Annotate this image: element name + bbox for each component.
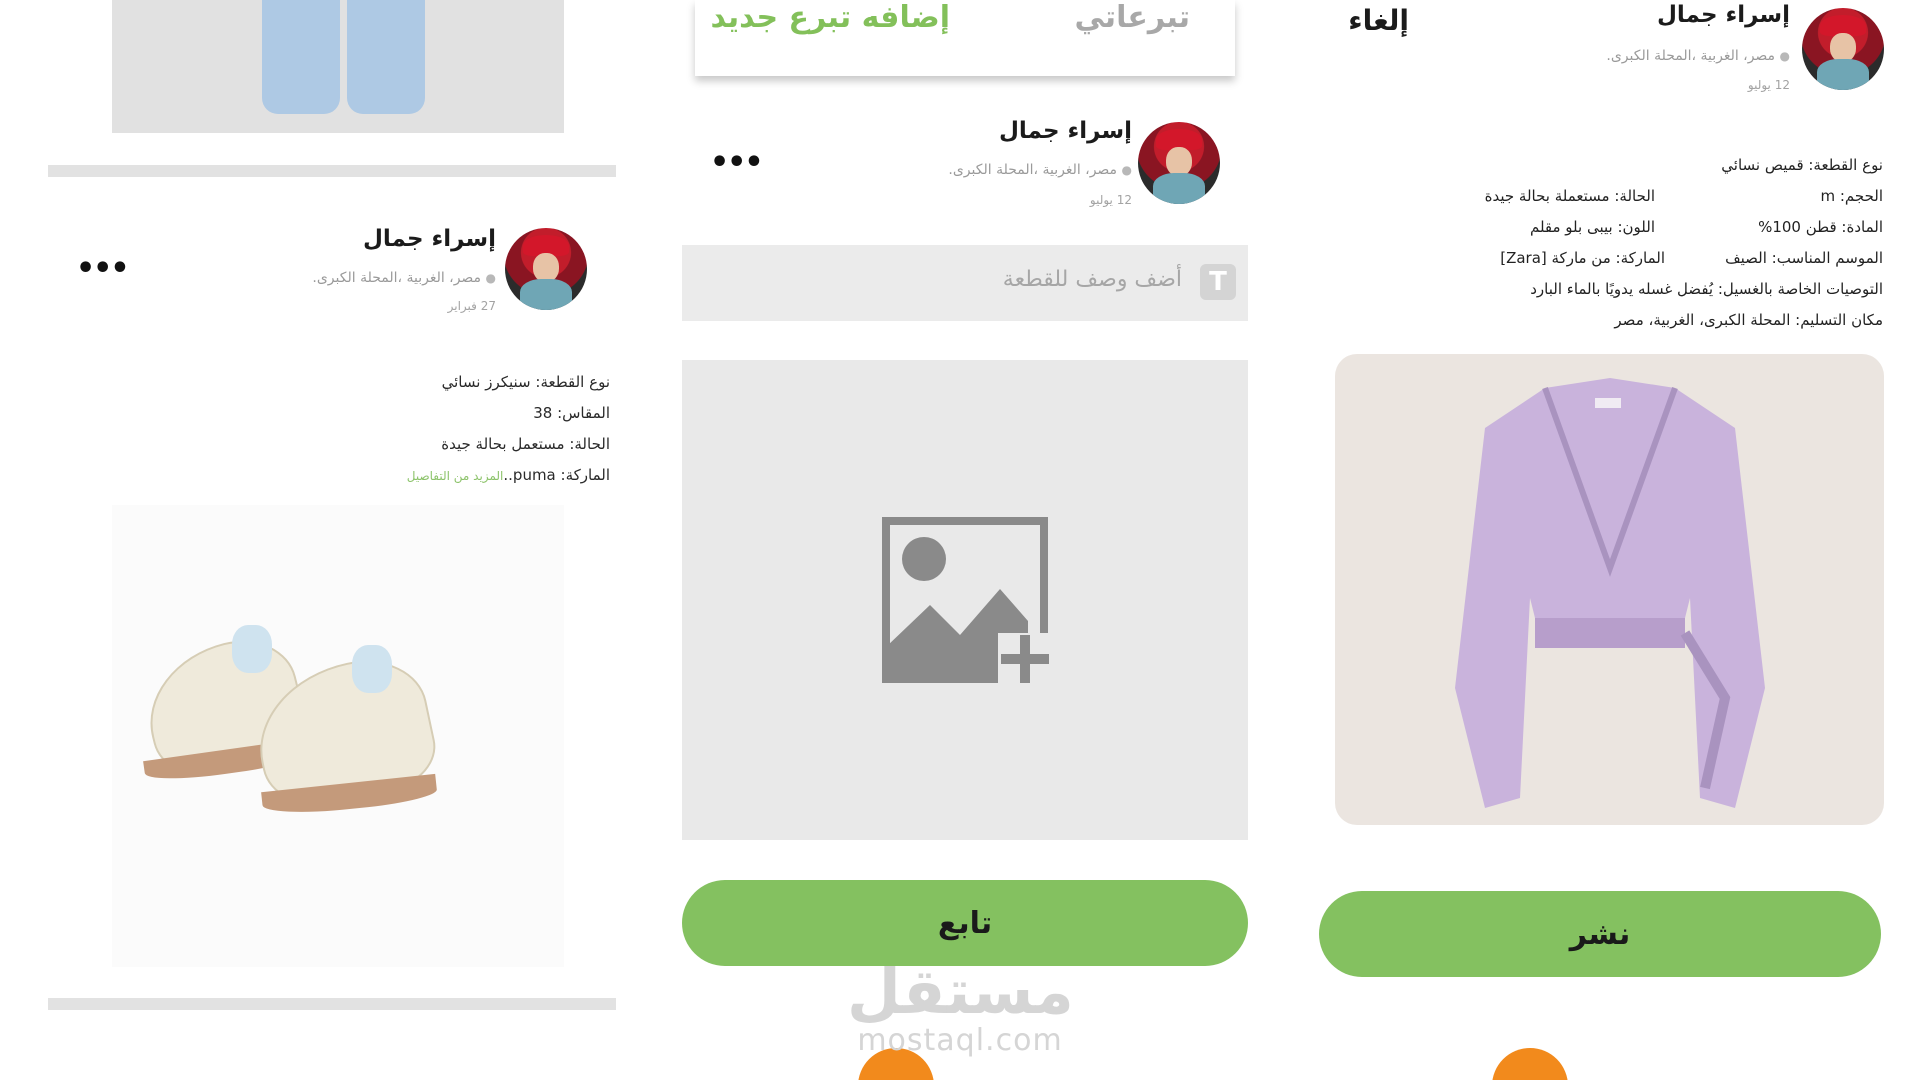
follow-button[interactable]: تابع [682,880,1248,966]
cancel-button[interactable]: إلغاء [1348,4,1409,37]
user-name[interactable]: إسراء جمال [1657,2,1790,28]
spec-season: الموسم المناسب: الصيف [1725,249,1883,267]
location-pin-icon: ● [485,271,496,285]
post-divider [48,165,616,177]
text-icon: T [1200,264,1236,300]
blouse-illustration [1455,378,1765,808]
post-date: 27 فبراير [447,299,496,313]
user-avatar[interactable] [1138,122,1220,204]
blouse-product-image[interactable] [1335,354,1884,825]
user-location: ● مصر، الغربية ،المحلة الكبرى. [1606,48,1790,64]
more-options-icon[interactable]: ••• [710,148,764,178]
spec-brand: الماركة: من ماركة [Zara] [1500,249,1665,267]
user-name[interactable]: إسراء جمال [363,226,496,252]
post-details: نوع القطعة: سنيكرز نسائي المقاس: 38 الحا… [310,367,610,492]
watermark-english: mostaql.com [857,1023,1063,1058]
jeans-product-image[interactable] [112,0,564,133]
post-divider [48,998,616,1010]
post-date: 12 يوليو [1089,193,1132,207]
add-image-icon [882,517,1052,687]
watermark: مستقل mostaql.com [847,955,1074,1058]
detail-line: الحالة: مستعمل بحالة جيدة [441,435,610,453]
detail-line: المقاس: 38 [533,404,610,422]
watermark-arabic: مستقل [847,955,1074,1028]
spec-washing: التوصيات الخاصة بالغسيل: يُفضل غسله يدوي… [1530,280,1883,298]
publish-panel: إلغاء إسراء جمال ● مصر، الغربية ،المحلة … [1280,0,1920,1080]
publish-button[interactable]: نشر [1319,891,1881,977]
spec-material: المادة: قطن 100% [1758,218,1883,236]
spec-size: الحجم: m [1820,187,1883,205]
spec-condition: الحالة: مستعملة بحالة جيدة [1484,187,1655,205]
tab-new-donation[interactable]: إضافه تبرع جديد [711,0,950,35]
spec-color: اللون: بيبى بلو مقلم [1529,218,1655,236]
user-location: ● مصر، الغربية ،المحلة الكبرى. [948,162,1132,178]
user-avatar[interactable] [1802,8,1884,90]
donation-tabs: إضافه تبرع جديد تبرعاتي [695,0,1235,76]
add-donation-panel: إضافه تبرع جديد تبرعاتي إسراء جمال ● مصر… [640,0,1280,1080]
description-placeholder: أضف وصف للقطعة [1002,267,1182,292]
shoe-accent [352,645,392,693]
description-input[interactable]: أضف وصف للقطعة T [682,245,1248,321]
detail-line: الماركة: puma..المزيد من التفاصيل [310,460,610,492]
jeans-left-leg [262,0,340,114]
tab-my-donations[interactable]: تبرعاتي [1074,0,1190,35]
image-upload-area[interactable] [682,360,1248,840]
post-date: 12 يوليو [1747,78,1790,92]
orange-fab[interactable] [1492,1048,1568,1080]
jeans-right-leg [347,0,425,114]
location-text: مصر، الغربية ،المحلة الكبرى. [312,270,482,286]
location-pin-icon: ● [1121,163,1132,177]
user-location: ● مصر، الغربية ،المحلة الكبرى. [312,270,496,286]
left-feed-panel: إسراء جمال ● مصر، الغربية ،المحلة الكبرى… [0,0,640,1080]
location-text: مصر، الغربية ،المحلة الكبرى. [948,162,1118,178]
user-avatar[interactable] [505,228,587,310]
spec-delivery: مكان التسليم: المحلة الكبرى، الغربية، مص… [1614,311,1883,329]
location-pin-icon: ● [1779,49,1790,63]
more-options-icon[interactable]: ••• [76,254,130,284]
sneakers-product-image[interactable] [112,505,564,967]
location-text: مصر، الغربية ،المحلة الكبرى. [1606,48,1776,64]
detail-line: نوع القطعة: سنيكرز نسائي [441,373,610,391]
brand-line: الماركة: puma.. [503,466,610,484]
more-details-link[interactable]: المزيد من التفاصيل [407,469,504,483]
shoe-accent [232,625,272,673]
user-name[interactable]: إسراء جمال [999,118,1132,144]
spec-type: نوع القطعة: قميص نسائي [1721,156,1883,174]
